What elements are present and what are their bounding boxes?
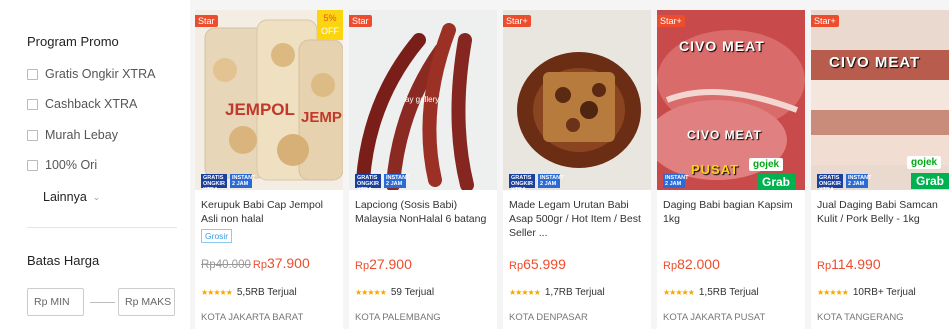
shop-location: KOTA PALEMBANG	[355, 312, 441, 323]
grab-logo: Grab	[911, 173, 949, 189]
checkbox[interactable]	[27, 159, 38, 171]
filter-label: Cashback XTRA	[45, 97, 138, 111]
star-seller-badge: Star	[349, 15, 372, 27]
rating-sold: ★★★★★ 10RB+ Terjual	[817, 287, 916, 298]
svg-text:ay gallery: ay gallery	[405, 95, 439, 104]
gojek-logo: gojek	[749, 158, 784, 171]
brand-logo: CIVO MEAT	[679, 38, 765, 54]
divider	[27, 227, 177, 228]
rating-sold: ★★★★★ 59 Terjual	[355, 287, 435, 298]
promo-filter-title: Program Promo	[27, 34, 119, 49]
shipping-badges: GRATIS ONGKIR XTRA INSTANT 2 JAM	[817, 174, 872, 193]
product-price: Rp65.999	[509, 256, 566, 272]
min-price-input[interactable]: Rp MIN	[27, 288, 84, 316]
grab-logo: Grab	[757, 174, 796, 190]
product-card[interactable]: Star+ GRATIS ONGKIR XTRA INSTANT 2 JAM M…	[503, 10, 651, 329]
shipping-badges: GRATIS ONGKIR XTRA INSTANT 2 JAM	[201, 174, 256, 193]
rating-sold: ★★★★★ 1,7RB Terjual	[509, 287, 605, 298]
price-filter-title: Batas Harga	[27, 253, 100, 268]
svg-text:JEMPOL: JEMPOL	[225, 100, 295, 119]
shipping-badges: GRATIS ONGKIR XTRA INSTANT 2 JAM	[509, 174, 564, 193]
star-plus-badge: Star+	[811, 15, 839, 27]
shop-location: KOTA JAKARTA BARAT	[201, 312, 304, 323]
svg-text:JEMP: JEMP	[301, 109, 342, 126]
filter-sidebar: Program Promo Gratis Ongkir XTRA Cashbac…	[0, 0, 190, 329]
brand-logo: CIVO MEAT	[829, 54, 921, 71]
star-plus-badge: Star+	[657, 15, 685, 27]
product-image[interactable]	[503, 10, 651, 190]
brand-logo: CIVO MEAT	[687, 128, 762, 142]
shipping-badges: INSTANT 2 JAM	[663, 174, 689, 188]
filter-label: Gratis Ongkir XTRA	[45, 67, 156, 81]
star-plus-badge: Star+	[503, 15, 531, 27]
product-name[interactable]: Made Legam Urutan Babi Asap 500gr / Hot …	[509, 198, 649, 240]
gojek-logo: gojek	[907, 156, 942, 169]
product-name[interactable]: Daging Babi bagian Kapsim 1kg	[663, 198, 803, 226]
original-price: Rp40.000	[201, 259, 251, 271]
more-label: Lainnya	[43, 190, 87, 204]
more-filters-button[interactable]: Lainnya ⌄	[43, 190, 100, 204]
filter-100-ori[interactable]: 100% Ori	[27, 158, 97, 172]
product-price: Rp114.990	[817, 256, 881, 272]
range-dash	[90, 302, 115, 303]
shipping-badges: GRATIS ONGKIR XTRA INSTANT 2 JAM	[355, 174, 410, 193]
product-name[interactable]: Jual Daging Babi Samcan Kulit / Pork Bel…	[817, 198, 949, 226]
star-rating-icon: ★★★★★	[663, 288, 695, 297]
checkbox[interactable]	[27, 68, 38, 80]
star-rating-icon: ★★★★★	[509, 288, 541, 297]
product-card[interactable]: CIVO MEAT CIVO MEAT Star+ gojek Grab PUS…	[657, 10, 805, 329]
rating-sold: ★★★★★ 1,5RB Terjual	[663, 287, 759, 298]
product-image[interactable]: ay gallery	[349, 10, 497, 190]
filter-label: Murah Lebay	[45, 128, 118, 142]
filter-cashback[interactable]: Cashback XTRA	[27, 97, 137, 111]
checkbox[interactable]	[27, 129, 38, 141]
product-name[interactable]: Lapciong (Sosis Babi) Malaysia NonHalal …	[355, 198, 495, 226]
shop-location: KOTA JAKARTA PUSAT	[663, 312, 766, 323]
star-rating-icon: ★★★★★	[355, 288, 387, 297]
filter-label: 100% Ori	[45, 158, 98, 172]
discount-badge: 5% OFF	[317, 10, 343, 40]
product-card[interactable]: JEMPOL JEMP Star 5% OFF GRATIS ONGKIR XT…	[195, 10, 343, 329]
product-price: Rp40.000 Rp37.900	[201, 255, 310, 271]
star-rating-icon: ★★★★★	[201, 288, 233, 297]
product-card[interactable]: CIVO MEAT Star+ gojek Grab GRATIS ONGKIR…	[811, 10, 949, 329]
grosir-tag: Grosir	[201, 229, 233, 243]
star-rating-icon: ★★★★★	[817, 288, 849, 297]
shop-location: KOTA DENPASAR	[509, 312, 588, 323]
shop-location: KOTA TANGERANG	[817, 312, 904, 323]
rating-sold: ★★★★★ 5,5RB Terjual	[201, 287, 297, 298]
product-price: Rp82.000	[663, 256, 720, 272]
checkbox[interactable]	[27, 98, 38, 110]
chevron-down-icon: ⌄	[92, 191, 101, 202]
filter-gratis-ongkir[interactable]: Gratis Ongkir XTRA	[27, 67, 155, 81]
max-price-input[interactable]: Rp MAKS	[118, 288, 175, 316]
product-card[interactable]: ay gallery Star GRATIS ONGKIR XTRA INSTA…	[349, 10, 497, 329]
product-price: Rp27.900	[355, 256, 412, 272]
pusat-label: PUSAT	[691, 162, 740, 177]
star-seller-badge: Star	[195, 15, 218, 27]
filter-murah-lebay[interactable]: Murah Lebay	[27, 128, 118, 142]
product-name[interactable]: Kerupuk Babi Cap Jempol Asli non halal	[201, 198, 341, 226]
